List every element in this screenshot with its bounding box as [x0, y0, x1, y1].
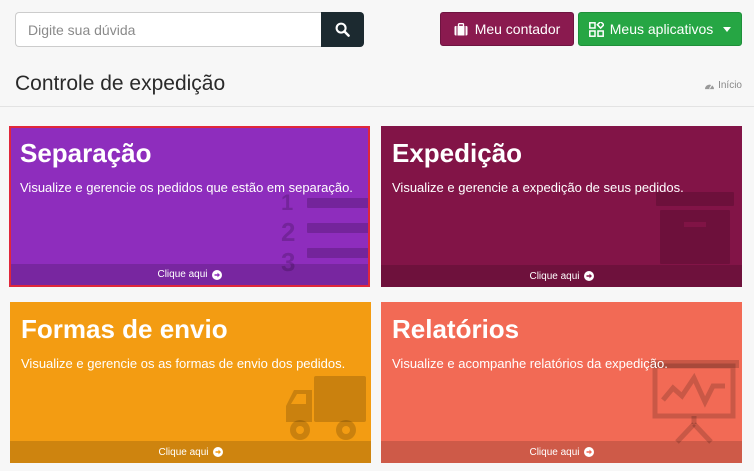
arrow-circle-right-icon — [211, 269, 222, 280]
header-divider — [0, 106, 754, 107]
tile-expedicao[interactable]: Expedição Visualize e gerencie a expediç… — [381, 126, 742, 287]
apps-grid-icon — [588, 21, 604, 37]
ordered-list-icon: 1 2 3 — [281, 192, 368, 274]
tile-link-label: Clique aqui — [158, 446, 209, 458]
tile-link[interactable]: Clique aqui — [11, 264, 368, 285]
tile-title: Expedição — [392, 138, 523, 168]
tile-formas-de-envio[interactable]: Formas de envio Visualize e gerencie os … — [10, 302, 371, 463]
tile-description: Visualize e gerencie os pedidos que estã… — [20, 180, 353, 195]
breadcrumb-home[interactable]: Início — [718, 80, 742, 91]
arrow-circle-right-icon — [583, 271, 594, 281]
tile-relatorios[interactable]: Relatórios Visualize e acompanhe relatór… — [381, 302, 742, 463]
truck-icon — [286, 376, 366, 440]
meu-contador-button[interactable]: Meu contador — [440, 12, 574, 46]
search-input[interactable] — [15, 12, 321, 47]
tile-description: Visualize e gerencie os as formas de env… — [21, 356, 346, 371]
arrow-circle-right-icon — [583, 447, 594, 457]
tile-link[interactable]: Clique aqui — [381, 441, 742, 463]
page-title: Controle de expedição — [15, 72, 226, 95]
search-button[interactable] — [321, 12, 364, 47]
archive-box-icon — [656, 192, 734, 264]
tile-link-label: Clique aqui — [529, 270, 580, 282]
briefcase-icon — [454, 22, 468, 35]
tile-description: Visualize e gerencie a expedição de seus… — [392, 180, 684, 195]
search-icon — [335, 22, 350, 37]
tile-link-label: Clique aqui — [157, 269, 208, 280]
breadcrumb[interactable]: Início — [704, 80, 742, 91]
tile-link-label: Clique aqui — [529, 446, 580, 458]
tile-title: Relatórios — [392, 314, 520, 344]
chevron-down-icon — [723, 26, 732, 32]
tile-description: Visualize e acompanhe relatórios da expe… — [392, 356, 668, 371]
tile-title: Formas de envio — [21, 314, 228, 344]
meus-aplicativos-button[interactable]: Meus aplicativos — [578, 12, 742, 46]
top-bar: Meu contador Meus aplicativos — [0, 0, 754, 62]
tile-link[interactable]: Clique aqui — [381, 265, 742, 287]
meu-contador-label: Meu contador — [474, 21, 561, 37]
meus-aplicativos-label: Meus aplicativos — [609, 21, 714, 37]
tile-title: Separação — [20, 138, 152, 168]
dashboard-icon — [705, 84, 715, 90]
arrow-circle-right-icon — [212, 447, 223, 457]
svg-text:2: 2 — [281, 217, 295, 247]
tile-link[interactable]: Clique aqui — [10, 441, 371, 463]
tile-separacao[interactable]: 1 2 3 Separação Visualize e gerencie os … — [9, 126, 370, 287]
